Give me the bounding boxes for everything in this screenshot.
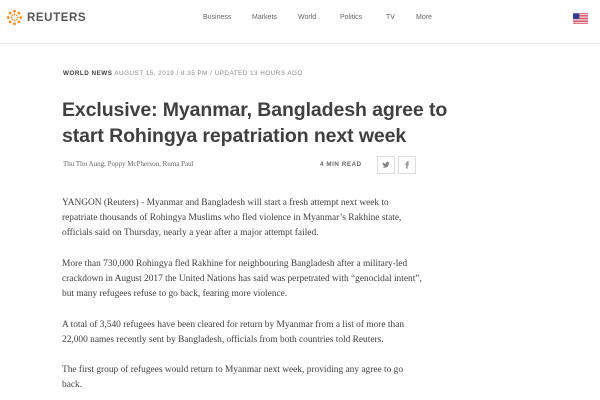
top-navigation-bar: REUTERS Business Markets World Politics …	[0, 0, 600, 44]
reuters-logo[interactable]: REUTERS	[6, 9, 86, 26]
twitter-share-button[interactable]	[377, 156, 395, 174]
facebook-share-button[interactable]	[398, 156, 416, 174]
paragraph: YANGON (Reuters) - Myanmar and Banglades…	[62, 198, 402, 239]
nav-item-business[interactable]: Business	[203, 14, 231, 21]
article-body: YANGON (Reuters) - Myanmar and Banglades…	[62, 196, 422, 400]
nav-item-tv[interactable]: TV	[386, 14, 395, 21]
dateline: AUGUST 15, 2019 / 8:35 PM / UPDATED 13 H…	[114, 70, 303, 77]
us-flag-icon[interactable]	[573, 13, 588, 24]
byline: Thu Thu Aung, Poppy McPherson, Ruma Paul	[63, 160, 194, 168]
brand-name: REUTERS	[27, 11, 87, 24]
read-time: 4 MIN READ	[320, 161, 362, 168]
nav-item-markets[interactable]: Markets	[252, 14, 277, 21]
author-names[interactable]: Thu Thu Aung, Poppy McPherson, Ruma Paul	[63, 160, 194, 168]
reuters-logo-icon	[6, 9, 23, 26]
nav-item-politics[interactable]: Politics	[340, 14, 362, 21]
section-link[interactable]: WORLD NEWS	[63, 70, 112, 77]
twitter-icon	[382, 161, 390, 168]
paragraph: More than 730,000 Rohingya fled Rakhine …	[62, 258, 422, 300]
article-headline: Exclusive: Myanmar, Bangladesh agree to …	[62, 99, 448, 147]
paragraph: A total of 3,540 refugees have been clea…	[62, 319, 405, 345]
facebook-icon	[405, 161, 409, 169]
nav-item-world[interactable]: World	[298, 14, 316, 21]
nav-item-more[interactable]: More	[416, 14, 432, 21]
paragraph: The first group of refugees would return…	[62, 365, 404, 391]
article-meta: WORLD NEWS AUGUST 15, 2019 / 8:35 PM / U…	[63, 70, 303, 77]
